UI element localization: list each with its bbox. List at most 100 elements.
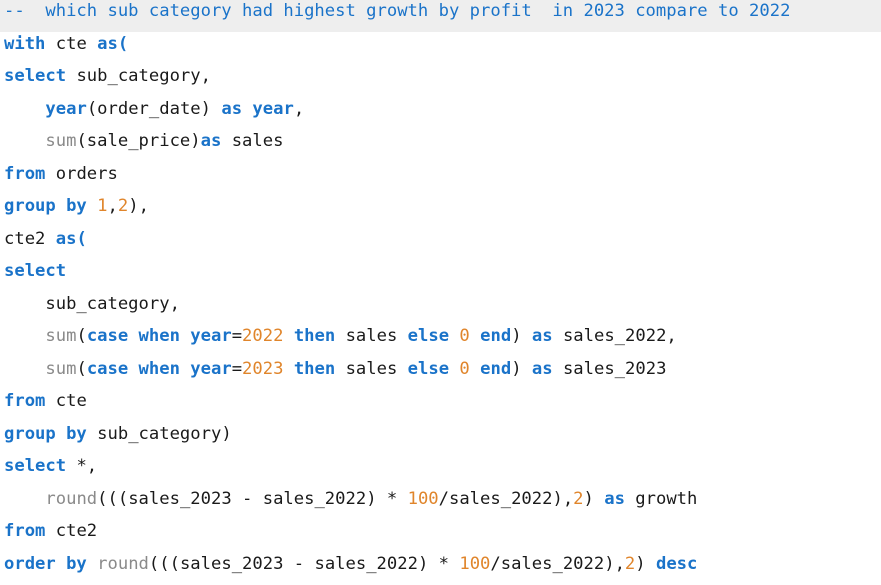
text-token: , (107, 196, 118, 216)
number-token: 2022 (242, 326, 284, 346)
keyword-token: as( (55, 228, 87, 249)
text-token: sales_2023 (552, 358, 667, 379)
code-line[interactable]: select (4, 260, 881, 292)
keyword-token: case when year (86, 358, 232, 379)
code-line[interactable]: from orders (4, 163, 881, 195)
keyword-token: as (531, 358, 553, 379)
text-token: (order_date) (86, 98, 222, 119)
function-token: round (97, 553, 149, 574)
number-token: 0 (459, 358, 470, 379)
keyword-token: with (4, 33, 46, 54)
comment-line[interactable]: -- which sub category had highest growth… (0, 0, 881, 32)
text-token: /sales_2022), (490, 553, 625, 574)
text-token: growth (624, 488, 698, 509)
keyword-token: year (252, 98, 294, 119)
code-line[interactable]: with cte as( (4, 33, 881, 65)
number-token: 2 (624, 553, 636, 574)
keyword-token: as (221, 98, 243, 119)
number-token: 100 (407, 488, 439, 509)
keyword-token: then (293, 326, 336, 346)
keyword-token: group by (4, 196, 87, 216)
code-line[interactable]: order by round(((sales_2023 - sales_2022… (4, 553, 881, 585)
keyword-token: end (480, 326, 512, 346)
text-token: sales (221, 131, 284, 151)
text-token: sales (335, 358, 408, 379)
keyword-token: as (200, 131, 222, 151)
code-line[interactable]: sub_category, (4, 293, 881, 325)
keyword-token: as( (97, 33, 129, 54)
text-token: (((sales_2023 - sales_2022) * (148, 553, 460, 574)
text-token: ( (76, 326, 87, 346)
text-token: /sales_2022), (438, 488, 574, 509)
code-line[interactable]: year(order_date) as year, (4, 98, 881, 130)
text-token: ) (511, 326, 532, 346)
text-token: sub_category, (4, 293, 180, 314)
code-line[interactable]: from cte (4, 390, 881, 422)
text-token: cte (45, 33, 98, 54)
sql-code-editor[interactable]: -- which sub category had highest growth… (0, 0, 881, 584)
text-token: ), (128, 196, 149, 216)
function-token: round (45, 488, 98, 509)
keyword-token: select (4, 456, 67, 476)
text-token: cte2 (4, 228, 56, 249)
code-line[interactable]: round(((sales_2023 - sales_2022) * 100/s… (4, 488, 881, 520)
text-token: ) (583, 488, 605, 509)
number-token: 100 (459, 553, 491, 574)
code-line[interactable]: from cte2 (4, 520, 881, 552)
keyword-token: as (531, 326, 553, 346)
function-token: sum (45, 358, 77, 379)
text-token: (sale_price) (76, 131, 201, 151)
keyword-token: else (407, 358, 450, 379)
function-token: sum (45, 131, 77, 151)
keyword-token: else (407, 326, 450, 346)
comment-token: -- which sub category had highest growth… (4, 1, 791, 21)
code-line[interactable]: group by 1,2), (4, 195, 881, 227)
code-line[interactable]: sum(case when year=2022 then sales else … (4, 325, 881, 357)
text-token: (((sales_2023 - sales_2022) * (97, 488, 408, 509)
code-line[interactable]: cte2 as( (4, 228, 881, 260)
text-token: cte2 (45, 521, 98, 541)
code-line[interactable]: group by sub_category) (4, 423, 881, 455)
keyword-token: select (4, 261, 67, 281)
number-token: 2023 (242, 358, 284, 379)
code-line[interactable]: sum(case when year=2023 then sales else … (4, 358, 881, 390)
keyword-token: year (45, 98, 87, 119)
keyword-token: order by (4, 553, 87, 574)
text-token: *, (66, 456, 98, 476)
text-token: = (231, 358, 243, 379)
text-token: orders (45, 163, 118, 184)
keyword-token: from (4, 163, 46, 184)
function-token: sum (45, 326, 77, 346)
keyword-token: desc (655, 553, 698, 574)
keyword-token: from (4, 391, 46, 411)
code-line[interactable]: sum(sale_price)as sales (4, 130, 881, 162)
keyword-token: select (4, 66, 67, 86)
code-line[interactable]: select *, (4, 455, 881, 487)
keyword-token: as (604, 488, 625, 509)
number-token: 1 (97, 196, 108, 216)
keyword-token: group by (4, 423, 87, 444)
keyword-token: end (480, 358, 512, 379)
text-token: sales_2022, (552, 326, 677, 346)
number-token: 2 (117, 196, 129, 216)
keyword-token: case when year (86, 326, 232, 346)
text-token: cte (45, 391, 87, 411)
keyword-token: from (4, 521, 46, 541)
text-token: ) (511, 358, 532, 379)
keyword-token: then (293, 358, 336, 379)
text-token: sub_category, (66, 66, 211, 86)
code-line[interactable]: select sub_category, (4, 65, 881, 97)
text-token: ) (635, 553, 656, 574)
